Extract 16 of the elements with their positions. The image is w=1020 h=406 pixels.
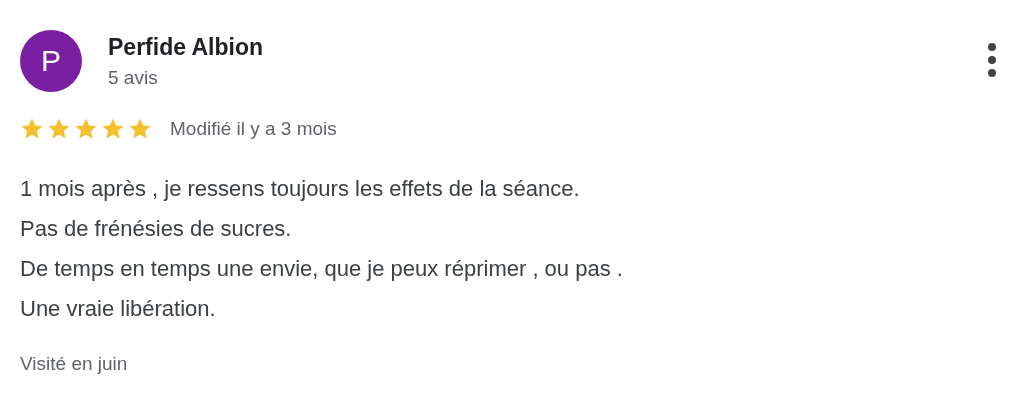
star-icon [20, 117, 44, 141]
star-icon [128, 117, 152, 141]
review-text: De temps en temps une envie, que je peux réprimer , ou pas . [20, 255, 624, 283]
review-text: 1 mois après , je ressens toujours les effets de la séance. [20, 175, 581, 203]
author-name[interactable]: Perfide Albion [108, 32, 264, 62]
review-count: 5 avis [108, 66, 159, 90]
review-date: Modifié il y a 3 mois [170, 118, 337, 140]
more-icon [988, 43, 996, 77]
review-text: Pas de frénésies de sucres. [20, 215, 293, 243]
star-icon [74, 117, 98, 141]
review-text: Une vraie libération. [20, 295, 217, 323]
star-icon [47, 117, 71, 141]
star-icon [101, 117, 125, 141]
more-options-button[interactable] [988, 43, 996, 77]
avatar[interactable]: P [20, 30, 82, 92]
visit-date: Visité en juin [20, 353, 129, 375]
